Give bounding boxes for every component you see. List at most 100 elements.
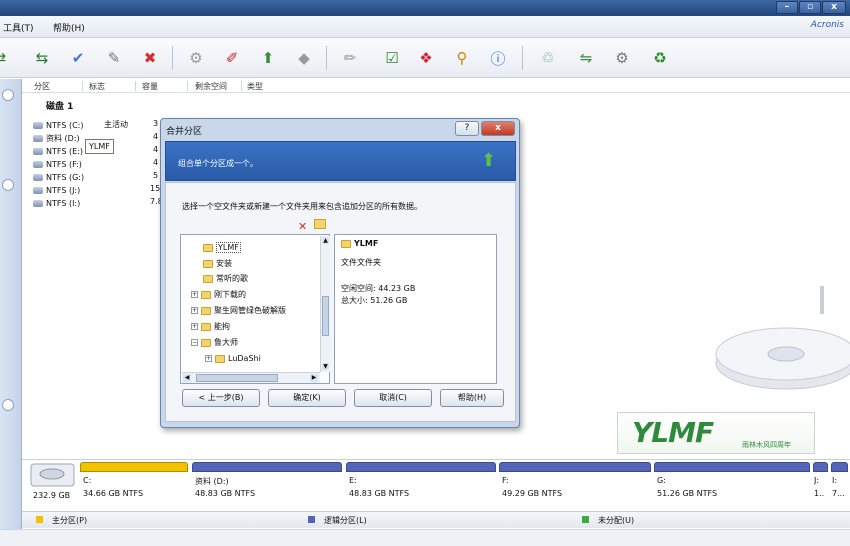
commit-icon[interactable]: ☑ — [378, 44, 406, 72]
partition-block-e[interactable]: E: 48.83 GB NTFS — [346, 462, 496, 508]
partition-capacity: 4 — [153, 132, 159, 141]
partition-capacity: 5 — [153, 171, 159, 180]
copy-disk-icon[interactable]: ⚙ — [182, 44, 210, 72]
expand-icon[interactable]: + — [191, 291, 198, 298]
column-free-space[interactable]: 剩余空间 — [195, 81, 227, 92]
partition-block-j[interactable]: J: 1.. — [813, 462, 828, 508]
delete-icon[interactable]: ✕ — [298, 220, 307, 233]
tree-item[interactable]: + 能拘 — [191, 320, 230, 333]
acronis-logo: Acronis — [810, 20, 844, 30]
arrows-icon[interactable]: ⇄ — [0, 44, 14, 72]
partition-capacity: 4 — [153, 158, 159, 167]
folder-icon — [341, 239, 351, 248]
disk-gear-icon[interactable]: ⚙ — [608, 44, 636, 72]
scroll-up-icon[interactable]: ▲ — [322, 237, 329, 244]
tree-vertical-scrollbar[interactable]: ▲ ▼ — [320, 236, 330, 372]
tree-item[interactable]: − 鲁大师 — [191, 336, 238, 349]
partition-block-c[interactable]: C: 34.66 GB NTFS — [80, 462, 188, 508]
folder-icon — [201, 322, 211, 331]
tree-item[interactable]: + 聚生网管绿色破解版 — [191, 304, 286, 317]
column-flag[interactable]: 标志 — [89, 81, 105, 92]
check-disk-icon[interactable]: ✔ — [64, 44, 92, 72]
split-disk-icon[interactable]: ◆ — [290, 44, 318, 72]
pane-toggle-icon[interactable] — [2, 179, 14, 191]
merge-disk-icon[interactable]: ⬆ — [254, 44, 282, 72]
wrench-disk-icon[interactable]: ✎ — [100, 44, 128, 72]
partition-row[interactable]: NTFS (G:) — [33, 171, 84, 183]
minimize-button[interactable]: – — [776, 1, 798, 14]
partition-capacity: 3 — [153, 119, 159, 128]
dialog-body: 选择一个空文件夹或新建一个文件夹用来包含追加分区的所有数据。 ✕ YLMF 安装… — [165, 182, 516, 422]
partition-block-f[interactable]: F: 49.29 GB NTFS — [499, 462, 651, 508]
help-icon[interactable]: ? — [455, 121, 479, 136]
scroll-left-icon[interactable]: ◀ — [183, 374, 191, 382]
pane-toggle-icon[interactable] — [2, 399, 14, 411]
edit-disk-icon[interactable]: ✐ — [218, 44, 246, 72]
pane-toggle-icon[interactable] — [2, 89, 14, 101]
tree-item[interactable]: YLMF — [203, 241, 241, 254]
column-type[interactable]: 类型 — [247, 81, 263, 92]
erase-disk-icon[interactable]: ✏ — [336, 44, 364, 72]
partition-capacity: 4 — [153, 145, 159, 154]
package-icon[interactable]: ❖ — [412, 44, 440, 72]
remove-disk-icon[interactable]: ✖ — [136, 44, 164, 72]
menu-help[interactable]: 帮助(H) — [53, 21, 85, 34]
tree-horizontal-scrollbar[interactable]: ◀ ▶ — [182, 372, 320, 383]
toolbar-separator — [326, 46, 327, 70]
new-folder-icon[interactable] — [314, 219, 326, 229]
expand-icon[interactable]: + — [191, 323, 198, 330]
partition-row[interactable]: NTFS (F:) — [33, 158, 82, 170]
search-icon[interactable]: ⚲ — [448, 44, 476, 72]
folder-info-panel: YLMF 文件文件夹 空闲空间: 44.23 GB 总大小: 51.26 GB — [334, 234, 497, 384]
disk-map: 232.9 GB C: 34.66 GB NTFS 资料 (D:) 48.83 … — [22, 459, 850, 511]
expand-icon[interactable]: + — [205, 355, 212, 362]
folder-tree[interactable]: YLMF 安装 常听的歌 + 刚下载的 + 聚生网管绿色破解版 + 能拘 − 鲁大师 +… — [180, 234, 330, 384]
disk-icon — [33, 173, 43, 181]
legend-bar: 主分区(P) 逻辑分区(L) 未分配(U) — [22, 511, 850, 528]
help-button[interactable]: 帮助(H) — [440, 389, 504, 407]
disk-icon — [33, 186, 43, 194]
close-icon[interactable]: x — [481, 121, 515, 136]
column-capacity[interactable]: 容量 — [142, 81, 158, 92]
disk-recycle-icon[interactable]: ♲ — [534, 44, 562, 72]
tree-item[interactable]: 常听的歌 — [203, 272, 248, 285]
partition-row[interactable]: NTFS (I:) — [33, 197, 80, 209]
status-bar — [0, 529, 850, 546]
primary-swatch — [36, 516, 43, 523]
collapse-icon[interactable]: − — [191, 339, 198, 346]
disk-icon — [33, 147, 43, 155]
back-button[interactable]: < 上一步(B) — [182, 389, 260, 407]
partition-block-i[interactable]: I: 7... — [831, 462, 848, 508]
folder-icon — [203, 274, 213, 283]
partition-block-g[interactable]: G: 51.26 GB NTFS — [654, 462, 810, 508]
maximize-button[interactable]: ▫ — [799, 1, 821, 14]
menu-tools[interactable]: 工具(T) — [3, 21, 34, 34]
scroll-thumb[interactable] — [322, 296, 329, 336]
arrows-icon[interactable]: ⇆ — [28, 44, 56, 72]
toolbar-separator — [172, 46, 173, 70]
partition-row[interactable]: NTFS (J:) — [33, 184, 80, 196]
tree-item[interactable]: 安装 — [203, 257, 232, 270]
tree-item[interactable]: + LuDaShi — [205, 352, 261, 365]
unallocated-swatch — [582, 516, 589, 523]
legend-primary: 主分区(P) — [52, 516, 88, 525]
scroll-thumb[interactable] — [196, 374, 278, 382]
disk-arrows-icon[interactable]: ⇋ — [572, 44, 600, 72]
close-button[interactable]: x — [822, 1, 846, 14]
info-icon[interactable]: ⓘ — [484, 44, 512, 72]
partition-row[interactable]: NTFS (E:) — [33, 145, 83, 157]
recycle-icon[interactable]: ♻ — [646, 44, 674, 72]
column-partition[interactable]: 分区 — [34, 81, 50, 92]
expand-icon[interactable]: + — [191, 307, 198, 314]
folder-icon — [201, 338, 211, 347]
tree-item[interactable]: + 刚下载的 — [191, 288, 246, 301]
scroll-down-icon[interactable]: ▼ — [322, 363, 329, 370]
cancel-button[interactable]: 取消(C) — [354, 389, 432, 407]
scroll-right-icon[interactable]: ▶ — [310, 374, 318, 382]
ok-button[interactable]: 确定(K) — [268, 389, 346, 407]
partition-block-d[interactable]: 资料 (D:) 48.83 GB NTFS — [192, 462, 342, 508]
ylmf-logo: YLMF 雨林木风四周年 — [617, 412, 815, 454]
partition-row[interactable]: NTFS (C:) — [33, 119, 83, 131]
partition-row[interactable]: 资料 (D:) — [33, 132, 80, 144]
partition-flag: 主活动 — [104, 120, 128, 129]
